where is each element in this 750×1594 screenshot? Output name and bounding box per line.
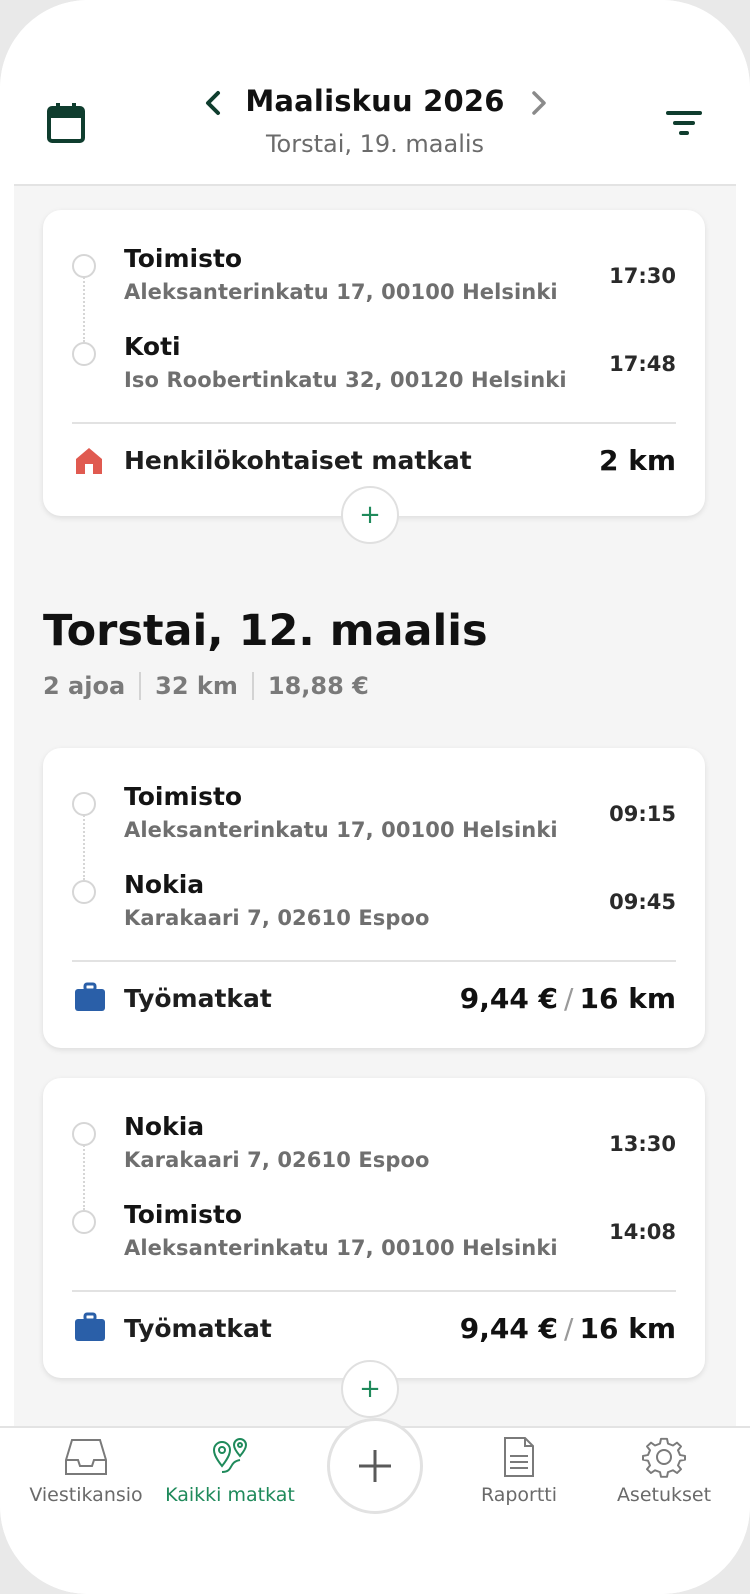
- trip-start: Toimisto Aleksanterinkatu 17, 00100 Hels…: [43, 782, 705, 852]
- trip-distance: 2 km: [598, 444, 676, 477]
- nav-item-report[interactable]: Raportti: [444, 1436, 594, 1506]
- start-time: 09:15: [609, 802, 676, 826]
- trip-list[interactable]: Toimisto Aleksanterinkatu 17, 00100 Hels…: [14, 186, 736, 1426]
- add-new-trip-button[interactable]: [327, 1418, 423, 1514]
- selected-date: Torstai, 19. maalis: [265, 130, 485, 158]
- bottom-nav: Viestikansio Kaikki matkat Raportti Aset…: [0, 1418, 750, 1594]
- start-point-icon: [72, 1122, 96, 1146]
- end-time: 14:08: [609, 1220, 676, 1244]
- end-point-icon: [72, 1210, 96, 1234]
- app-screen: Maaliskuu 2026 Torstai, 19. maalis Toimi…: [0, 0, 750, 1594]
- stat-distance: 32 km: [141, 672, 254, 700]
- start-point-icon: [72, 792, 96, 816]
- filter-icon[interactable]: [664, 108, 704, 138]
- trip-card[interactable]: Nokia Karakaari 7, 02610 Espoo 13:30 Toi…: [43, 1078, 705, 1378]
- trip-amount-distance: 9,44 €/16 km: [460, 982, 676, 1015]
- gear-icon: [642, 1437, 686, 1478]
- trip-category: Työmatkat: [124, 1314, 272, 1343]
- trip-end: Koti Iso Roobertinkatu 32, 00120 Helsink…: [43, 332, 705, 402]
- trip-amount-distance: 9,44 €/16 km: [460, 1312, 676, 1345]
- stat-drives: 2 ajoa: [43, 672, 142, 700]
- trip-card[interactable]: Toimisto Aleksanterinkatu 17, 00100 Hels…: [43, 748, 705, 1048]
- end-time: 09:45: [609, 890, 676, 914]
- inbox-icon: [65, 1439, 107, 1475]
- month-title: Maaliskuu 2026: [245, 84, 505, 118]
- start-time: 17:30: [609, 264, 676, 288]
- trip-amount: 9,44 €: [459, 982, 559, 1015]
- nav-item-inbox[interactable]: Viestikansio: [11, 1436, 161, 1506]
- nav-label: Kaikki matkat: [165, 1484, 295, 1506]
- trip-category: Työmatkat: [124, 984, 272, 1013]
- trip-amount: 9,44 €: [459, 1312, 559, 1345]
- end-point-icon: [72, 880, 96, 904]
- card-divider: [72, 422, 676, 424]
- nav-item-all-trips[interactable]: Kaikki matkat: [155, 1436, 305, 1506]
- start-time: 13:30: [609, 1132, 676, 1156]
- end-time: 17:48: [609, 352, 676, 376]
- end-point-icon: [72, 342, 96, 366]
- trip-start: Toimisto Aleksanterinkatu 17, 00100 Hels…: [43, 244, 705, 314]
- end-address: Iso Roobertinkatu 32, 00120 Helsinki: [124, 368, 567, 392]
- start-name: Toimisto: [124, 244, 243, 273]
- trip-distance: 16 km: [579, 1312, 676, 1345]
- end-address: Karakaari 7, 02610 Espoo: [124, 906, 430, 930]
- value-separator: /: [564, 982, 574, 1015]
- briefcase-icon: [74, 1312, 106, 1344]
- value-separator: /: [564, 1312, 574, 1345]
- end-name: Nokia: [124, 870, 205, 899]
- route-pins-icon: [212, 1438, 248, 1473]
- trip-category: Henkilökohtaiset matkat: [124, 446, 472, 475]
- trip-distance: 16 km: [579, 982, 676, 1015]
- header: Maaliskuu 2026 Torstai, 19. maalis: [0, 0, 750, 186]
- document-icon: [504, 1437, 534, 1477]
- card-divider: [72, 960, 676, 962]
- day-stats: 2 ajoa 32 km 18,88 €: [43, 672, 383, 700]
- stat-amount: 18,88 €: [267, 672, 369, 700]
- add-trip-button[interactable]: +: [341, 486, 399, 544]
- nav-item-settings[interactable]: Asetukset: [589, 1436, 739, 1506]
- end-name: Toimisto: [124, 1200, 243, 1229]
- add-trip-button[interactable]: +: [341, 1360, 399, 1418]
- start-address: Aleksanterinkatu 17, 00100 Helsinki: [124, 280, 558, 304]
- start-name: Nokia: [124, 1112, 205, 1141]
- start-point-icon: [72, 254, 96, 278]
- end-name: Koti: [124, 332, 181, 361]
- start-address: Aleksanterinkatu 17, 00100 Helsinki: [124, 818, 558, 842]
- trip-end: Nokia Karakaari 7, 02610 Espoo 09:45: [43, 870, 705, 940]
- briefcase-icon: [74, 982, 106, 1014]
- end-address: Aleksanterinkatu 17, 00100 Helsinki: [124, 1236, 558, 1260]
- card-divider: [72, 1290, 676, 1292]
- plus-icon: [359, 1450, 391, 1482]
- day-title: Torstai, 12. maalis: [43, 606, 488, 656]
- nav-label: Viestikansio: [29, 1484, 143, 1506]
- trip-start: Nokia Karakaari 7, 02610 Espoo 13:30: [43, 1112, 705, 1182]
- trip-card[interactable]: Toimisto Aleksanterinkatu 17, 00100 Hels…: [43, 210, 705, 516]
- home-icon: [74, 446, 106, 478]
- start-address: Karakaari 7, 02610 Espoo: [124, 1148, 430, 1172]
- chevron-right-icon[interactable]: [524, 86, 554, 120]
- nav-label: Raportti: [480, 1484, 558, 1506]
- start-name: Toimisto: [124, 782, 243, 811]
- trip-end: Toimisto Aleksanterinkatu 17, 00100 Hels…: [43, 1200, 705, 1270]
- nav-label: Asetukset: [616, 1484, 712, 1506]
